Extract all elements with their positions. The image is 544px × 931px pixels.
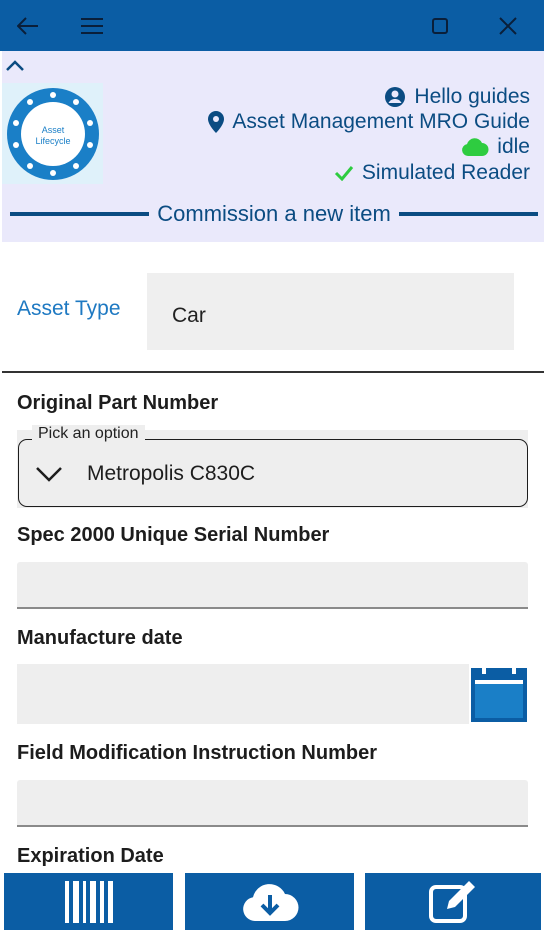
barcode-icon: [64, 880, 113, 923]
asset-type-value[interactable]: Car: [147, 273, 514, 350]
logo-text-line2: Lifecycle: [35, 136, 70, 146]
check-icon: [334, 166, 354, 181]
fmi-number-field[interactable]: [17, 780, 528, 827]
serial-number-field[interactable]: [17, 562, 528, 609]
menu-button[interactable]: [70, 0, 114, 51]
arrow-left-icon: [17, 16, 38, 35]
user-greeting: Hello guides: [384, 85, 530, 109]
part-number-selected-value[interactable]: Metropolis C830C: [87, 462, 255, 486]
section-title-row: Commission a new item: [10, 201, 539, 227]
asset-type-label: Asset Type: [17, 297, 121, 320]
close-button[interactable]: [486, 0, 530, 51]
scan-barcode-button[interactable]: [4, 873, 173, 930]
title-bar: [0, 0, 544, 51]
cloud-download-icon: [242, 883, 298, 921]
page-title: Commission a new item: [157, 201, 391, 226]
manufacture-date-label: Manufacture date: [17, 627, 183, 649]
reader-text: Simulated Reader: [361, 161, 530, 184]
section-divider: [2, 371, 544, 373]
part-number-label: Original Part Number: [17, 392, 219, 414]
calendar-button[interactable]: [469, 664, 529, 724]
maximize-button[interactable]: [418, 0, 462, 51]
serial-number-label: Spec 2000 Unique Serial Number: [17, 524, 330, 546]
map-pin-icon: [208, 111, 225, 133]
collapse-header-button[interactable]: [4, 55, 26, 77]
back-button[interactable]: [6, 0, 50, 51]
greeting-text: Hello guides: [414, 85, 530, 108]
logo-text-line1: Asset: [41, 125, 64, 135]
app-header: Asset Lifecycle Hello guides Asset Manag…: [2, 51, 544, 242]
reader-status: Simulated Reader: [334, 161, 530, 185]
chevron-up-icon: [6, 60, 24, 71]
asset-lifecycle-logo: Asset Lifecycle: [2, 83, 103, 184]
connection-status: idle: [461, 135, 530, 159]
guide-location: Asset Management MRO Guide: [208, 110, 530, 134]
fmi-number-label: Field Modification Instruction Number: [17, 742, 377, 764]
calendar-icon: [469, 664, 529, 724]
divider: [10, 212, 150, 216]
manufacture-date-field[interactable]: [17, 664, 528, 724]
edit-button[interactable]: [365, 873, 541, 930]
close-icon: [499, 16, 517, 35]
guide-name-text: Asset Management MRO Guide: [232, 110, 530, 133]
cloud-icon: [462, 138, 489, 156]
expiration-date-label: Expiration Date: [17, 845, 164, 867]
chevron-down-icon[interactable]: [34, 462, 64, 486]
edit-icon: [429, 880, 475, 923]
download-button[interactable]: [185, 873, 354, 930]
divider: [398, 212, 539, 216]
picker-title: Pick an option: [32, 425, 145, 443]
user-circle-icon: [385, 87, 406, 107]
hamburger-menu-icon: [81, 17, 103, 34]
maximize-icon: [432, 17, 448, 34]
status-text: idle: [497, 135, 530, 158]
